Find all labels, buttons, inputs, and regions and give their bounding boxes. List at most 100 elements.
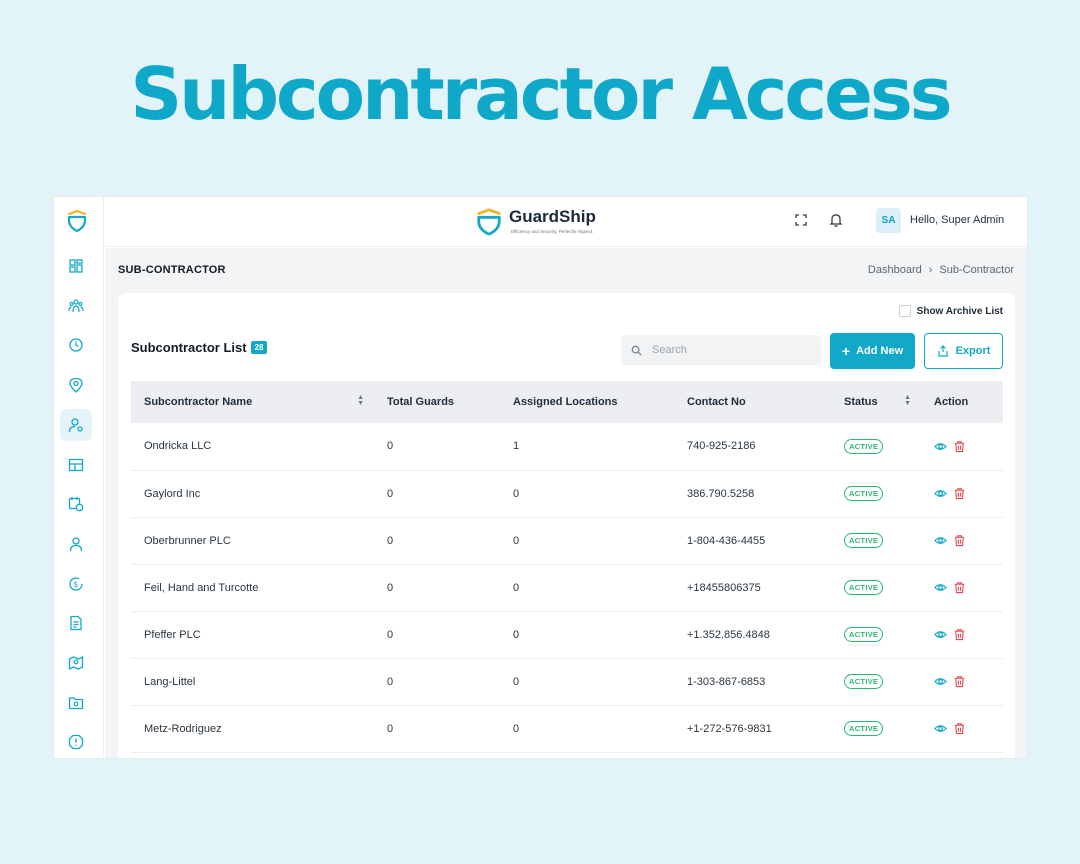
trash-icon[interactable] (953, 628, 966, 641)
sidebar-item-alert[interactable] (60, 726, 92, 758)
cell-guards: 0 (374, 705, 500, 753)
sort-icon[interactable]: ▲ ▼ (904, 394, 911, 407)
trash-icon[interactable] (953, 534, 966, 547)
bell-icon[interactable] (828, 212, 844, 228)
eye-icon[interactable] (934, 581, 947, 594)
cell-locations: 0 (500, 470, 674, 518)
table-header: Subcontractor Name ▲ ▼ Total Guards Assign… (131, 381, 1003, 423)
status-badge: ACTIVE (844, 580, 884, 595)
cell-contact: +1-272-576-9831 (674, 705, 831, 753)
cell-locations: 1 (500, 423, 674, 471)
eye-icon[interactable] (934, 534, 947, 547)
archive-checkbox[interactable] (898, 305, 911, 317)
eye-icon[interactable] (934, 628, 947, 641)
dashboard-icon (69, 259, 83, 273)
table-row[interactable]: Metz-Rodriguez 0 0 +1-272-576-9831 ACTIVE (131, 705, 1003, 753)
column-header[interactable]: Subcontractor Name ▲ ▼ (131, 381, 374, 423)
eye-icon[interactable] (934, 440, 947, 453)
breadcrumb-dashboard[interactable]: Dashboard (868, 264, 922, 276)
breadcrumb: Dashboard › Sub-Contractor (868, 264, 1014, 276)
table-row[interactable]: Gaylord Inc 0 0 386.790.5258 ACTIVE (131, 470, 1003, 518)
cell-actions (921, 611, 1003, 659)
sidebar-item-dashboard[interactable] (60, 250, 92, 282)
cell-contact: 1-303-867-6853 (674, 658, 831, 706)
clock-icon (69, 338, 83, 353)
sidebar-item-map-user[interactable] (60, 647, 92, 679)
cell-contact: +1.352.856.4848 (674, 611, 831, 659)
export-button[interactable]: Export (924, 333, 1003, 369)
status-badge: ACTIVE (844, 627, 884, 642)
sidebar-item-user-settings[interactable] (60, 408, 92, 441)
cell-contact: +18455806375 (674, 564, 831, 612)
sidebar-item-users-group[interactable] (60, 290, 92, 322)
dollar-refresh-icon: $ (69, 576, 83, 591)
sidebar-item-location-pin[interactable] (60, 369, 92, 401)
user-icon (69, 537, 83, 551)
cell-guards: 0 (374, 517, 500, 565)
cell-name: Ondricka LLC (131, 423, 374, 471)
page-title: SUB-CONTRACTOR (118, 264, 226, 276)
count-badge: 28 (250, 341, 268, 354)
trash-icon[interactable] (953, 675, 966, 688)
status-badge: ACTIVE (844, 533, 884, 548)
sidebar: $ (54, 197, 104, 758)
location-pin-icon (69, 377, 83, 394)
layout-icon (68, 458, 84, 471)
table-row[interactable]: Ondricka LLC 0 1 740-925-2186 ACTIVE (131, 423, 1003, 471)
sidebar-item-calendar-clock[interactable] (60, 488, 92, 520)
user-greeting[interactable]: Hello, Super Admin (910, 214, 1004, 226)
table-row[interactable]: Feil, Hand and Turcotte 0 0 +18455806375 ACT… (131, 564, 1003, 612)
top-bar: GuardShip Efficiency and Security, Perfe… (105, 197, 1027, 247)
user-settings-icon (68, 418, 83, 432)
cell-guards: 0 (374, 423, 500, 471)
eye-icon[interactable] (934, 675, 947, 688)
table-row[interactable]: Lang-Littel 0 0 1-303-867-6853 ACTIVE (131, 658, 1003, 706)
sidebar-item-folder-settings[interactable] (60, 687, 92, 719)
breadcrumb-separator-icon: › (928, 264, 933, 276)
eye-icon[interactable] (934, 722, 947, 735)
cell-status: ACTIVE (831, 611, 921, 659)
cell-name: Lang-Littel (131, 658, 374, 706)
fullscreen-icon[interactable] (793, 212, 809, 228)
sidebar-item-document[interactable] (60, 607, 92, 639)
status-badge: ACTIVE (844, 674, 884, 689)
trash-icon[interactable] (953, 440, 966, 453)
trash-icon[interactable] (953, 581, 966, 594)
cell-status: ACTIVE (831, 658, 921, 706)
cell-guards: 0 (374, 611, 500, 659)
trash-icon[interactable] (953, 487, 966, 500)
column-header: Assigned Locations (513, 396, 618, 408)
eye-icon[interactable] (934, 487, 947, 500)
cell-actions (921, 705, 1003, 753)
search-input[interactable] (652, 344, 802, 356)
brand-tagline: Efficiency and Security, Perfectly Align… (511, 229, 594, 234)
cell-locations: 0 (500, 517, 674, 565)
cell-actions (921, 564, 1003, 612)
list-title: Subcontractor List 28 (131, 340, 268, 355)
cell-status: ACTIVE (831, 470, 921, 518)
guardship-logo-icon (477, 208, 501, 236)
sidebar-item-dollar-refresh[interactable]: $ (60, 568, 92, 600)
app-window: $ GuardShip Efficiency and Security, Per… (53, 196, 1028, 759)
cell-status: ACTIVE (831, 423, 921, 471)
sort-icon[interactable]: ▲ ▼ (357, 394, 364, 407)
add-new-button[interactable]: + Add New (830, 333, 915, 369)
svg-text:$: $ (73, 580, 78, 589)
cell-status: ACTIVE (831, 517, 921, 565)
column-header[interactable]: Status ▲ ▼ (831, 381, 921, 423)
table-row[interactable]: Oberbrunner PLC 0 0 1-804-436-4455 ACTIVE (131, 517, 1003, 565)
avatar[interactable]: SA (876, 208, 901, 233)
export-icon (937, 345, 948, 357)
cell-actions (921, 423, 1003, 471)
brand[interactable]: GuardShip Efficiency and Security, Perfe… (475, 205, 615, 241)
table-row[interactable]: Pfeffer PLC 0 0 +1.352.856.4848 ACTIVE (131, 611, 1003, 659)
show-archive-toggle[interactable]: Show Archive List (898, 305, 1003, 317)
cell-contact: 386.790.5258 (674, 470, 831, 518)
search-box[interactable] (621, 335, 821, 365)
trash-icon[interactable] (953, 722, 966, 735)
sidebar-item-user[interactable] (60, 528, 92, 560)
map-user-icon (68, 655, 84, 671)
sidebar-item-clock[interactable] (60, 329, 92, 361)
sidebar-item-layout[interactable] (60, 449, 92, 481)
export-label: Export (955, 345, 991, 357)
